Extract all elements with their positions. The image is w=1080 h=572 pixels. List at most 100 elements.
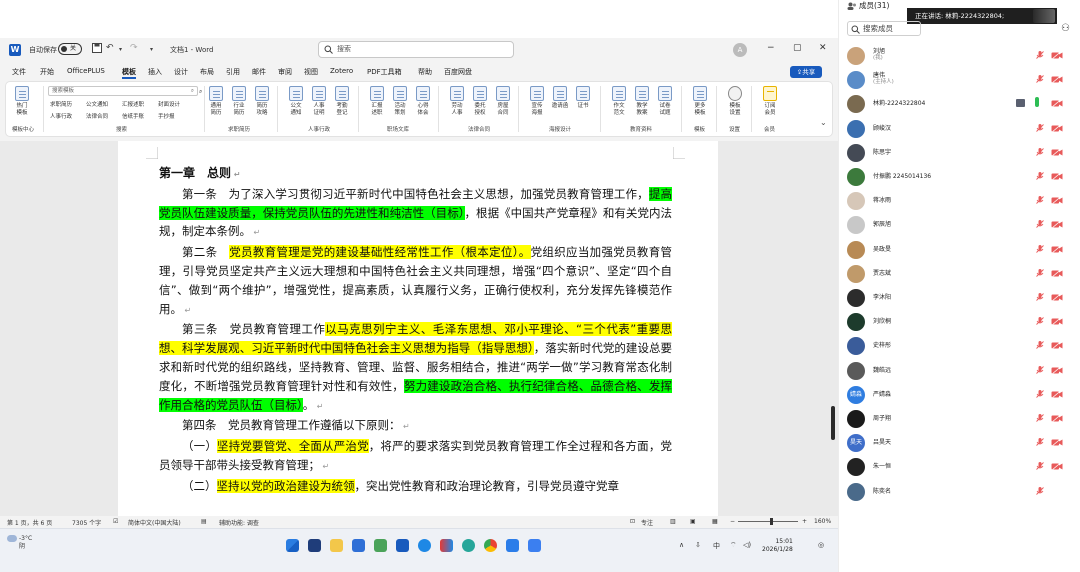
member-row[interactable]: 林莉-2224322804 [839, 92, 1080, 116]
member-row[interactable]: 唐伟 (主持人) [839, 68, 1080, 92]
attendance-button[interactable]: 考勤 登记 [331, 86, 353, 117]
mic-muted-icon[interactable] [1035, 413, 1045, 423]
template-search-input[interactable]: 搜索模板 ⌕ [48, 86, 198, 96]
camera-off-icon[interactable] [1051, 147, 1063, 157]
mic-muted-icon[interactable] [1035, 123, 1045, 133]
resume-guide-button[interactable]: 简历 攻略 [251, 86, 273, 117]
article-paragraph[interactable]: （二）坚持以党的政治建设为统领，突出党性教育和政治理论教育，引导党员遵守党章 [159, 477, 672, 496]
maximize-icon[interactable]: ▢ [793, 43, 802, 53]
mic-muted-icon[interactable] [1035, 74, 1045, 84]
taskbar-app-icon[interactable] [418, 539, 431, 552]
reflections-button[interactable]: 心得 体会 [412, 86, 434, 117]
mic-muted-icon[interactable] [1035, 50, 1045, 60]
chrome-icon[interactable] [484, 539, 497, 552]
focus-icon[interactable]: ⊡ [630, 518, 635, 525]
member-row[interactable]: 魏皓远 [839, 359, 1080, 383]
minimize-icon[interactable]: − [767, 43, 775, 53]
mic-muted-icon[interactable] [1035, 486, 1045, 496]
camera-off-icon[interactable] [1051, 389, 1063, 399]
collapse-ribbon-icon[interactable]: ⌄ [820, 118, 827, 127]
tab-pdf-toolbox[interactable]: PDF工具箱 [367, 67, 402, 77]
volume-icon[interactable]: ◁) [743, 541, 751, 549]
link-letter-paper[interactable]: 信纸手账 [122, 112, 144, 120]
camera-off-icon[interactable] [1051, 268, 1063, 278]
camera-off-icon[interactable] [1051, 293, 1063, 302]
chevron-up-icon[interactable]: ∧ [679, 541, 684, 549]
mic-muted-icon[interactable] [1035, 219, 1045, 229]
hr-certificate-button[interactable]: 人事 证明 [308, 86, 330, 117]
tray-pin-icon[interactable]: ⇩ [695, 541, 701, 549]
tab-design[interactable]: 设计 [174, 67, 188, 77]
zoom-out-button[interactable]: − [730, 518, 735, 525]
file-explorer-icon[interactable] [330, 539, 343, 552]
tab-home[interactable]: 开始 [40, 67, 54, 77]
word-count[interactable]: 7305 个字 [72, 518, 101, 527]
chapter-heading[interactable]: 第一章 总则 ↵ [159, 164, 672, 185]
tab-templates[interactable]: 模板 [122, 67, 136, 79]
mic-active-icon[interactable] [1035, 97, 1039, 108]
tab-insert[interactable]: 插入 [148, 67, 162, 77]
tab-help[interactable]: 帮助 [418, 67, 432, 77]
windows-start-icon[interactable] [286, 539, 299, 552]
accessibility-status[interactable]: 辅助功能: 调查 [219, 518, 259, 527]
housing-contract-button[interactable]: 房屋 合同 [492, 86, 514, 117]
camera-off-icon[interactable] [1051, 75, 1063, 84]
undo-dropdown-icon[interactable]: ▾ [119, 46, 122, 53]
ime-indicator[interactable]: 中 [713, 541, 720, 551]
tab-file[interactable]: 文件 [12, 67, 26, 77]
tab-view[interactable]: 视图 [304, 67, 318, 77]
link-official-notice[interactable]: 公文通知 [86, 100, 108, 108]
industry-resume-button[interactable]: 行业 简历 [228, 86, 250, 117]
proofing-icon[interactable]: ☑ [113, 518, 118, 525]
mic-muted-icon[interactable] [1035, 244, 1045, 254]
mic-muted-icon[interactable] [1035, 340, 1045, 350]
redo-icon[interactable]: ↷ [130, 43, 138, 53]
member-row[interactable]: 陈奕名 [839, 480, 1080, 504]
mic-muted-icon[interactable] [1035, 292, 1045, 302]
zoom-level[interactable]: 160% [814, 518, 831, 525]
mail-icon[interactable] [352, 539, 365, 552]
autosave-toggle[interactable]: 关 [58, 43, 82, 55]
member-row[interactable]: 吴政旻 [839, 238, 1080, 262]
focus-label[interactable]: 专注 [641, 518, 653, 527]
zoom-in-button[interactable]: + [802, 518, 807, 525]
word-taskbar-icon[interactable] [396, 539, 409, 552]
language-label[interactable]: 简体中文(中国大陆) [128, 518, 181, 527]
invitation-button[interactable]: 邀请函 [549, 86, 571, 110]
member-row[interactable]: 婧淼 严婧淼 [839, 383, 1080, 407]
taskbar-app-icon[interactable] [440, 539, 453, 552]
tab-review[interactable]: 审阅 [278, 67, 292, 77]
member-row[interactable]: 朱一恒 [839, 455, 1080, 479]
article-paragraph[interactable]: 第二条 党员教育管理是党的建设基础性经常性工作（根本定位）。党组织应当加强党员教… [159, 243, 672, 320]
member-row[interactable]: 刘欣桐 [839, 310, 1080, 334]
authorization-button[interactable]: 委托 授权 [469, 86, 491, 117]
essay-button[interactable]: 作文 范文 [608, 86, 630, 117]
member-row[interactable]: 付振鹏 2245014136 [839, 165, 1080, 189]
member-row[interactable]: 刘旭 (我) [839, 44, 1080, 68]
link-resume[interactable]: 求职简历 [50, 100, 72, 108]
labor-hr-button[interactable]: 劳动 人事 [446, 86, 468, 117]
poster-button[interactable]: 宣传 海报 [526, 86, 548, 117]
web-layout-icon[interactable]: ▦ [712, 518, 718, 525]
template-settings-button[interactable]: 模板 设置 [724, 86, 746, 117]
member-row[interactable]: 郭辰旭 [839, 213, 1080, 237]
camera-off-icon[interactable] [1051, 414, 1063, 423]
article-paragraph[interactable]: 第四条 党员教育管理工作遵循以下原则： ↵ [159, 416, 672, 437]
member-row[interactable]: 史梓彤 [839, 334, 1080, 358]
tab-references[interactable]: 引用 [226, 67, 240, 77]
hot-templates-button[interactable]: 热门 模板 [11, 86, 33, 117]
tab-layout[interactable]: 布局 [200, 67, 214, 77]
tab-zotero[interactable]: Zotero [330, 67, 353, 75]
wifi-icon[interactable]: ⌔ [730, 541, 737, 550]
member-row[interactable]: 陈思宇 [839, 141, 1080, 165]
add-member-icon[interactable]: ⚇ [1061, 23, 1070, 34]
member-row[interactable]: 蒋冰雨 [839, 189, 1080, 213]
camera-off-icon[interactable] [1051, 196, 1063, 205]
mic-muted-icon[interactable] [1035, 171, 1045, 181]
mic-muted-icon[interactable] [1035, 268, 1045, 278]
link-cover-design[interactable]: 封面设计 [158, 100, 180, 108]
edge-browser-icon[interactable] [462, 539, 475, 552]
mic-muted-icon[interactable] [1035, 437, 1045, 447]
taskbar-app-icon[interactable] [308, 539, 321, 552]
mic-muted-icon[interactable] [1035, 195, 1045, 205]
